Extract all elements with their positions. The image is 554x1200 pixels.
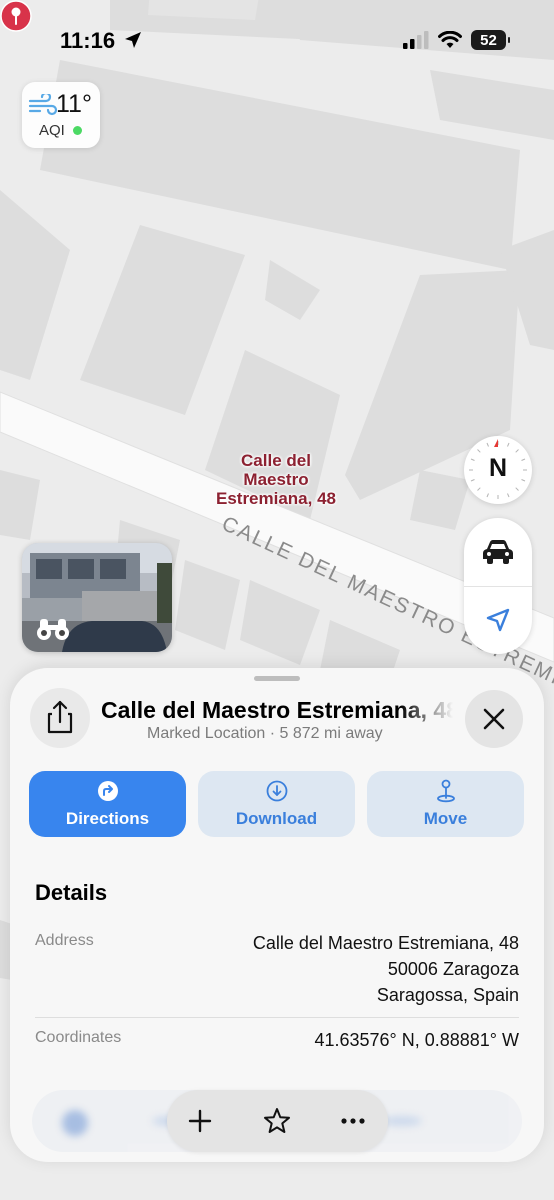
battery-level: 52 [480,31,497,49]
battery-indicator: 52 [471,30,510,50]
more-button[interactable] [323,1090,383,1152]
transport-mode-button[interactable] [464,518,532,586]
current-location-button[interactable] [464,586,532,654]
move-label: Move [423,809,468,828]
location-arrow-icon [125,32,142,48]
wind-icon [28,94,58,116]
weather-widget[interactable]: 11° AQI [22,82,100,148]
address-line: Saragossa, Spain [376,985,519,1005]
blurred-search-shape [62,1110,88,1136]
sheet-grabber[interactable] [254,676,300,681]
aqi-status-dot [73,126,82,135]
place-subtitle: Marked Location · 5 872 mi away [147,725,383,742]
coordinates-label: Coordinates [35,1029,122,1046]
move-button[interactable]: Move [367,771,524,837]
share-icon [47,700,73,734]
aqi-label: AQI [39,122,65,139]
pin-label-line: Calle del [241,451,311,470]
compass-button[interactable]: N [464,436,532,504]
map-controls [464,518,532,654]
location-icon [486,608,510,632]
address-label: Address [35,932,94,949]
pin-label-line: Estremiana, 48 [215,489,336,508]
pin-label[interactable]: Calle del Maestro Estremiana, 48 [196,451,356,508]
address-line: 50006 Zaragoza [387,959,519,979]
directions-label: Directions [65,809,150,828]
temperature: 11° [56,90,92,118]
status-indicators: 52 [403,30,510,50]
address-line: Calle del Maestro Estremiana, 48 [252,933,519,953]
directions-button[interactable]: Directions [29,771,186,837]
close-icon [483,708,505,730]
move-pin-icon [436,779,455,803]
status-time-text: 11:16 [60,28,116,53]
download-label: Download [235,809,318,828]
plus-icon [188,1109,212,1133]
details-divider [35,1017,519,1018]
location-pin-icon[interactable] [0,0,32,32]
add-button[interactable] [170,1090,230,1152]
car-icon [483,540,513,564]
favorite-button[interactable] [247,1090,307,1152]
download-icon [266,780,287,802]
coordinates-value[interactable]: 41.63576° N, 0.88881° W [314,1027,519,1053]
status-time: 11:16 [60,28,143,54]
star-icon [264,1108,290,1133]
signal-icon [403,31,429,49]
share-button[interactable] [30,688,90,748]
close-button[interactable] [465,690,523,748]
look-around-preview[interactable] [22,543,172,652]
binoculars-icon [37,619,69,640]
place-title: Calle del Maestro Estremiana, 48 [101,697,453,723]
wifi-icon [438,31,462,48]
bottom-toolbar [167,1090,388,1152]
more-icon [341,1118,365,1124]
address-value[interactable]: Calle del Maestro Estremiana, 48 50006 Z… [253,930,519,1008]
pin-label-line: Maestro [243,470,309,489]
compass-label: N [488,454,508,482]
details-heading: Details [35,880,108,905]
directions-icon [97,781,118,801]
download-button[interactable]: Download [198,771,355,837]
blurred-text-shape [382,1116,422,1126]
